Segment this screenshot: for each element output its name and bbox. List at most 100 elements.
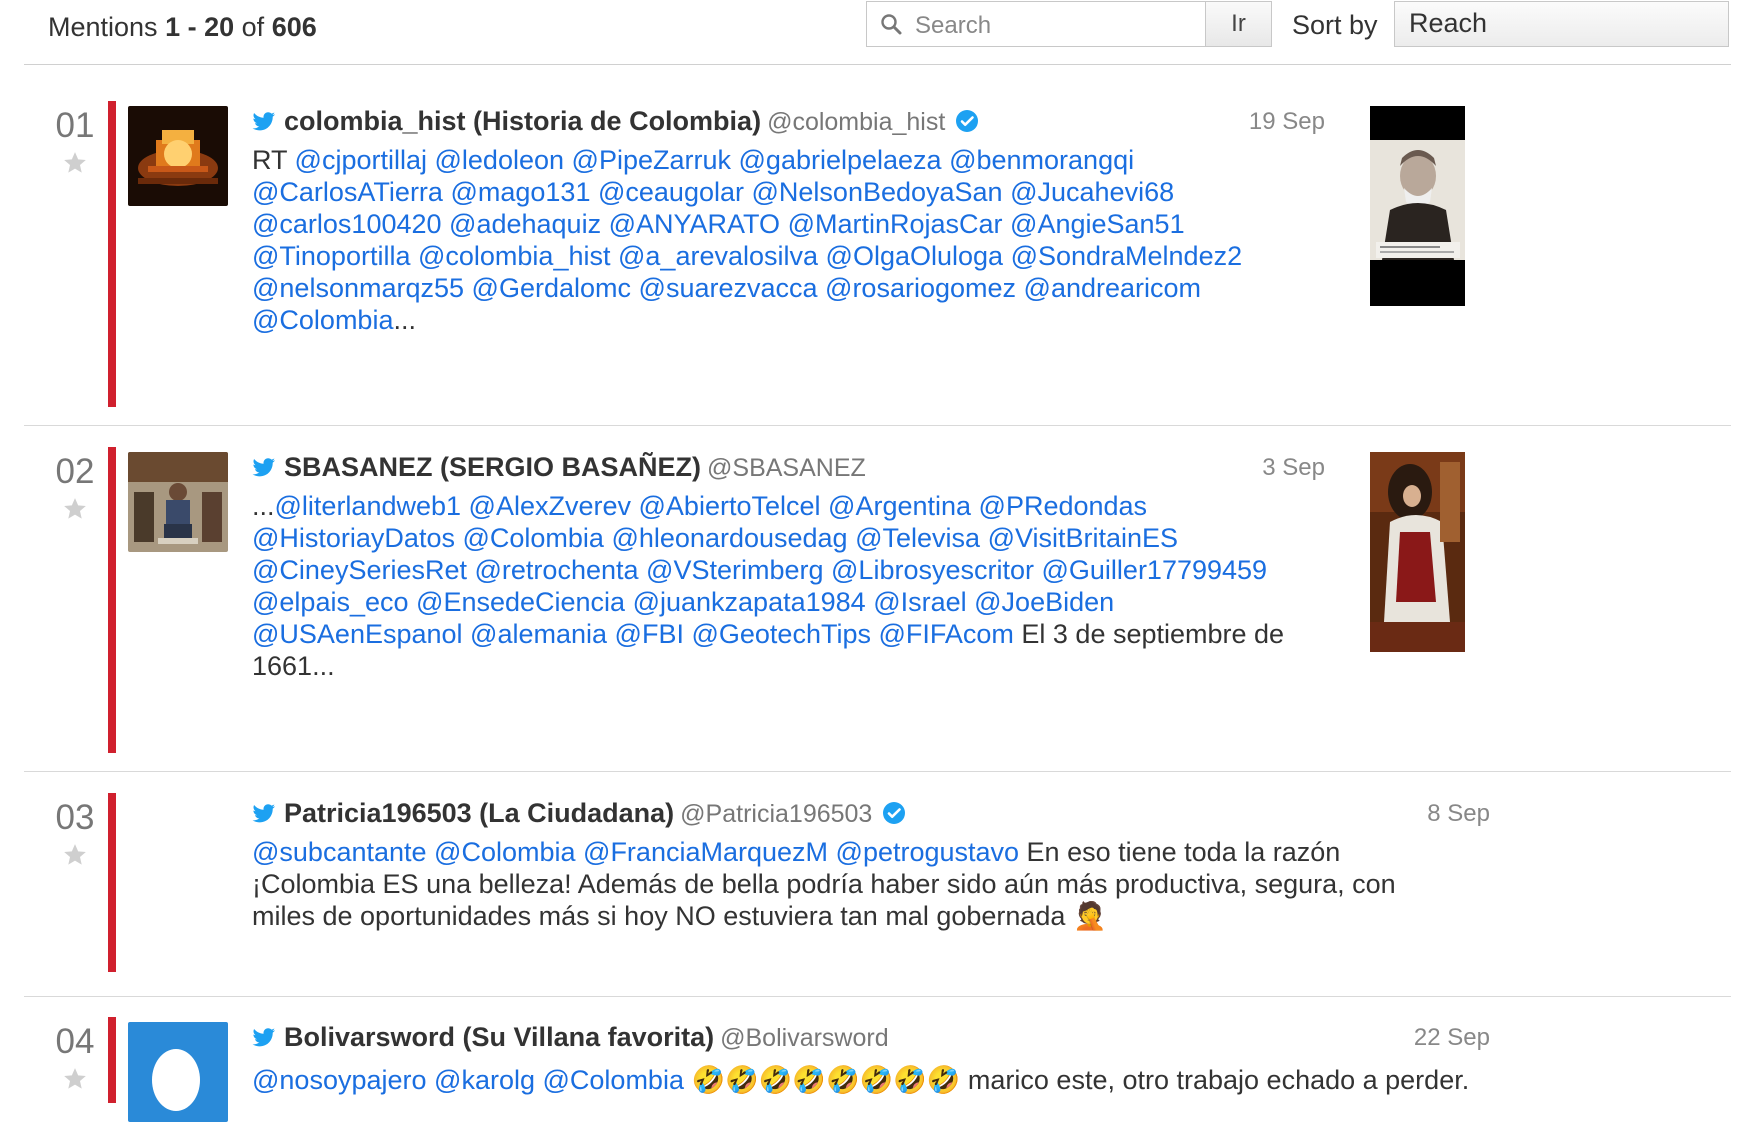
mention-link[interactable]: @hleonardousedag [611, 523, 847, 553]
mention-link[interactable]: @subcantante [252, 837, 427, 867]
author-name[interactable]: Patricia196503 (La Ciudadana) [284, 798, 674, 828]
mention-link[interactable]: @PipeZarruk [572, 145, 731, 175]
mention-link[interactable]: @Librosyescritor [831, 555, 1034, 585]
of-label: of [241, 12, 265, 42]
mention-link[interactable]: @juankzapata1984 [633, 587, 866, 617]
avatar[interactable] [128, 1022, 228, 1122]
mention-text-segment [607, 619, 615, 649]
mention-link[interactable]: @SondraMelndez2 [1011, 241, 1243, 271]
mention-link[interactable]: @AbiertoTelcel [639, 491, 821, 521]
mention-link[interactable]: @FBI [615, 619, 684, 649]
search-input[interactable] [915, 2, 1201, 46]
mention-link[interactable]: @gabrielpelaeza [739, 145, 942, 175]
mention-link[interactable]: @Colombia [543, 1065, 684, 1095]
mention-text: ...@literlandweb1 @AlexZverev @AbiertoTe… [252, 490, 1284, 682]
mention-link[interactable]: @adehaquiz [449, 209, 601, 239]
author-line: SBASANEZ (SERGIO BASAÑEZ) @SBASANEZ [252, 452, 866, 483]
author-name[interactable]: SBASANEZ (SERGIO BASAÑEZ) [284, 452, 701, 482]
mention-link[interactable]: @suarezvacca [639, 273, 818, 303]
mention-link[interactable]: @OlgaOluloga [826, 241, 1004, 271]
mention-link[interactable]: @Colombia [434, 837, 575, 867]
mention-link[interactable]: @retrochenta [475, 555, 639, 585]
mention-link[interactable]: @Argentina [828, 491, 971, 521]
star-icon[interactable] [62, 1066, 88, 1092]
mention-text-segment [848, 523, 856, 553]
sort-label: Sort by [1292, 10, 1378, 40]
search-box[interactable] [866, 1, 1206, 47]
mention-link[interactable]: @a_arevalosilva [618, 241, 818, 271]
mention-link[interactable]: @VSterimberg [646, 555, 823, 585]
mention-link[interactable]: @Guiller17799459 [1042, 555, 1268, 585]
avatar[interactable] [128, 452, 228, 552]
mentions-label: Mentions [48, 12, 158, 42]
mention-link[interactable]: @NelsonBedoyaSan [752, 177, 1003, 207]
mention-text-segment [971, 491, 979, 521]
mention-rank: 01 [55, 106, 95, 145]
mention-link[interactable]: @Televisa [855, 523, 980, 553]
verified-badge-icon [883, 802, 906, 824]
mention-link[interactable]: @petrogustavo [836, 837, 1020, 867]
author-name[interactable]: colombia_hist (Historia de Colombia) [284, 106, 761, 136]
mention-link[interactable]: @CineySeriesRet [252, 555, 467, 585]
mention-link[interactable]: @VisitBritainES [988, 523, 1178, 553]
mention-link[interactable]: @Jucahevi68 [1010, 177, 1174, 207]
mention-text-segment [461, 491, 469, 521]
author-handle[interactable]: @colombia_hist [767, 108, 945, 136]
mention-link[interactable]: @HistoriayDatos [252, 523, 455, 553]
mention-item: 04 Bolivarsword (Su Villana favorita) @Bo… [0, 1017, 1744, 1124]
author-handle[interactable]: @SBASANEZ [707, 454, 866, 482]
mention-link[interactable]: @ceaugolar [598, 177, 744, 207]
mention-link[interactable]: @AlexZverev [469, 491, 631, 521]
mention-link[interactable]: @ledoleon [435, 145, 565, 175]
mention-link[interactable]: @benmorangqi [949, 145, 1134, 175]
mention-link[interactable]: @MartinRojasCar [788, 209, 1003, 239]
mention-link[interactable]: @GeotechTips [691, 619, 870, 649]
mention-link[interactable]: @colombia_hist [418, 241, 611, 271]
author-handle[interactable]: @Patricia196503 [680, 800, 872, 828]
mention-link[interactable]: @mago131 [450, 177, 590, 207]
mention-link[interactable]: @EnsedeCiencia [416, 587, 625, 617]
search-submit-button[interactable]: Ir [1205, 1, 1272, 47]
mention-link[interactable]: @carlos100420 [252, 209, 442, 239]
mention-text-line: @nelsonmarqz55 @Gerdalomc @suarezvacca @… [252, 272, 1242, 304]
mention-text-segment [744, 177, 752, 207]
mention-item: 01 colombia_hist (Historia de Colombia) @… [0, 101, 1744, 407]
mention-link[interactable]: @FIFAcom [878, 619, 1013, 649]
mention-text-segment [824, 555, 832, 585]
mention-link[interactable]: @elpais_eco [252, 587, 409, 617]
star-icon[interactable] [62, 496, 88, 522]
mention-link[interactable]: @Gerdalomc [472, 273, 631, 303]
mention-link[interactable]: @Israel [873, 587, 966, 617]
mention-link[interactable]: @andrearicom [1024, 273, 1201, 303]
mention-text-segment [967, 587, 975, 617]
mention-link[interactable]: @CarlosATierra [252, 177, 443, 207]
star-icon[interactable] [62, 842, 88, 868]
mention-link[interactable]: @JoeBiden [974, 587, 1114, 617]
media-thumbnail[interactable] [1370, 452, 1465, 652]
mention-text-line: @USAenEspanol @alemania @FBI @GeotechTip… [252, 618, 1284, 650]
mention-link[interactable]: @alemania [470, 619, 607, 649]
author-handle[interactable]: @Bolivarsword [720, 1024, 888, 1052]
row-divider [24, 771, 1731, 772]
mention-text-segment [818, 241, 826, 271]
mention-link[interactable]: @AngieSan51 [1010, 209, 1185, 239]
mention-link[interactable]: @Colombia [462, 523, 603, 553]
header-divider [24, 64, 1731, 65]
mention-link[interactable]: @ANYARATO [609, 209, 780, 239]
author-name[interactable]: Bolivarsword (Su Villana favorita) [284, 1022, 714, 1052]
mention-link[interactable]: @PRedondas [979, 491, 1148, 521]
avatar[interactable] [128, 106, 228, 206]
mention-link[interactable]: @nosoypajero [252, 1065, 427, 1095]
sort-select[interactable]: Reach [1394, 1, 1729, 47]
mention-link[interactable]: @cjportillaj [295, 145, 427, 175]
mention-link[interactable]: @USAenEspanol [252, 619, 463, 649]
mention-link[interactable]: @nelsonmarqz55 [252, 273, 464, 303]
star-icon[interactable] [62, 150, 88, 176]
mention-link[interactable]: @Tinoportilla [252, 241, 410, 271]
mention-link[interactable]: @rosariogomez [825, 273, 1016, 303]
mention-link[interactable]: @Colombia [252, 305, 393, 335]
mention-link[interactable]: @karolg [434, 1065, 535, 1095]
media-thumbnail[interactable] [1370, 106, 1465, 306]
mention-link[interactable]: @FranciaMarquezM [583, 837, 828, 867]
mention-link[interactable]: @literlandweb1 [275, 491, 462, 521]
